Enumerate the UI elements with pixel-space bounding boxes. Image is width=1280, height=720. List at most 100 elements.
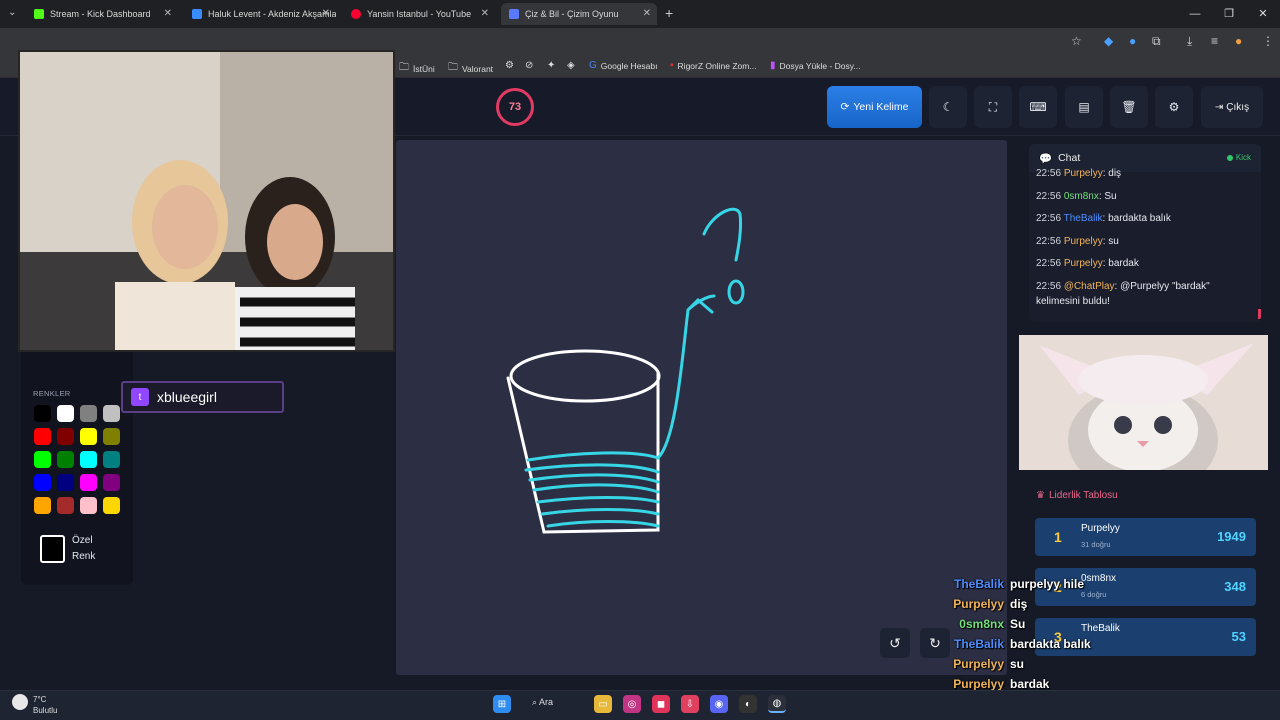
color-swatch[interactable] xyxy=(34,405,51,422)
undo-icon: ↺ xyxy=(889,634,901,651)
windows-start-icon[interactable]: ⊞ xyxy=(493,695,511,713)
color-swatch[interactable] xyxy=(103,428,120,445)
close-icon[interactable]: ✕ xyxy=(164,8,172,19)
settings-button[interactable]: ⚙ xyxy=(1155,86,1193,128)
chat-user: Purpelyy xyxy=(1063,235,1103,247)
color-swatch[interactable] xyxy=(57,474,74,491)
minimize-icon[interactable]: — xyxy=(1178,0,1212,28)
color-swatch[interactable] xyxy=(34,451,51,468)
new-word-button[interactable]: ⟳ Yeni Kelime xyxy=(827,86,922,128)
color-swatch[interactable] xyxy=(103,451,120,468)
chat-message: 22:56 Purpelyy: bardak xyxy=(1036,256,1248,271)
webcam-overlay xyxy=(18,50,395,352)
trash-button[interactable]: 🗑 xyxy=(1110,86,1148,128)
overlay-user: Purpelyy xyxy=(953,657,1004,671)
bookmark-item[interactable]: ▪ RigorZ Online Zom... xyxy=(670,60,756,71)
bookmark-item[interactable]: ⊘ xyxy=(525,60,533,71)
taskbar-search[interactable]: ⌕ Ara xyxy=(532,697,553,708)
chat-text: : bardak xyxy=(1102,258,1139,269)
chat-text: : bardakta balık xyxy=(1102,213,1171,224)
score: 53 xyxy=(1231,629,1246,644)
puzzle-icon[interactable]: ⧉ xyxy=(1152,34,1161,49)
color-swatch[interactable] xyxy=(103,474,120,491)
new-tab-icon[interactable]: + xyxy=(665,5,673,21)
overlay-message: purpelyy hile xyxy=(1010,577,1085,591)
bookmark-item[interactable]: ⚙ xyxy=(505,60,514,71)
bookmark-item[interactable]: ◈ xyxy=(567,60,575,71)
cat-image xyxy=(1019,335,1268,470)
chrome-icon[interactable]: ◍ xyxy=(768,695,786,713)
streamer-name-tag: t xblueegirl xyxy=(121,381,284,413)
custom-color-label[interactable]: Özel Renk xyxy=(72,533,95,565)
color-swatch[interactable] xyxy=(103,497,120,514)
color-swatch[interactable] xyxy=(57,497,74,514)
menu-icon[interactable]: ⋮ xyxy=(1262,34,1274,48)
browser-tab-kick[interactable]: Stream - Kick Dashboard ✕ xyxy=(26,3,178,25)
color-swatch[interactable] xyxy=(34,428,51,445)
close-icon[interactable]: ✕ xyxy=(322,8,330,19)
new-word-label: Yeni Kelime xyxy=(853,101,909,113)
archive-icon: ▤ xyxy=(1078,100,1090,114)
close-window-icon[interactable]: ✕ xyxy=(1246,0,1280,28)
chat-message: 22:56 Purpelyy: su xyxy=(1036,234,1248,249)
app-icon[interactable]: ⇩ xyxy=(681,695,699,713)
drawing-canvas[interactable] xyxy=(396,140,1007,675)
star-icon[interactable]: ☆ xyxy=(1071,34,1082,48)
extension-icon[interactable]: ● xyxy=(1129,34,1136,48)
download-icon[interactable]: ⤓ xyxy=(1187,34,1192,49)
chat-message: 22:56 @ChatPlay: @Purpelyy "bardak" xyxy=(1036,279,1248,294)
close-icon[interactable]: ✕ xyxy=(643,8,651,19)
maximize-icon[interactable]: ❐ xyxy=(1212,0,1246,28)
color-swatch[interactable] xyxy=(80,428,97,445)
browser-tab-youtube[interactable]: Yansin Istanbul - YouTube ✕ xyxy=(343,3,495,25)
overlay-user: TheBalik xyxy=(953,577,1004,591)
logout-button[interactable]: ⇥ Çıkış xyxy=(1201,86,1263,128)
obs-icon[interactable]: ◐ xyxy=(739,695,757,713)
overlay-user: TheBalik xyxy=(953,637,1004,651)
discord-icon[interactable]: ◉ xyxy=(710,695,728,713)
gear-icon: ⚙ xyxy=(1168,100,1180,114)
keyboard-button[interactable]: ⌨ xyxy=(1019,86,1057,128)
tab-list-icon[interactable]: ≡ xyxy=(1211,34,1218,48)
color-swatch[interactable] xyxy=(57,405,74,422)
instagram-icon[interactable]: ◎ xyxy=(623,695,641,713)
color-swatch[interactable] xyxy=(80,451,97,468)
file-explorer-icon[interactable]: ▭ xyxy=(594,695,612,713)
bookmark-item[interactable]: ▮ Dosya Yükle - Dosy... xyxy=(770,60,860,71)
color-swatch[interactable] xyxy=(57,428,74,445)
custom-color-button[interactable] xyxy=(40,535,65,563)
question-mark xyxy=(702,207,742,262)
color-swatch[interactable] xyxy=(57,451,74,468)
player-name: TheBalik xyxy=(1081,623,1120,634)
fullscreen-button[interactable]: ⛶ xyxy=(974,86,1012,128)
bookmark-item[interactable]: G Google Hesabı xyxy=(589,60,657,71)
browser-tab-music[interactable]: Haluk Levent - Akdeniz Akşamla ✕ xyxy=(184,3,336,25)
color-swatch[interactable] xyxy=(103,405,120,422)
color-swatch[interactable] xyxy=(34,474,51,491)
bookmark-item[interactable]: 🗀 Valorant xyxy=(448,60,493,77)
score: 348 xyxy=(1224,579,1246,594)
weather-widget[interactable]: 7°C Bulutlu xyxy=(33,694,57,716)
color-swatch[interactable] xyxy=(34,497,51,514)
weather-icon[interactable] xyxy=(12,694,28,710)
bookmark-item[interactable]: 🗀 İstÜni xyxy=(399,60,435,77)
overlay-message: su xyxy=(1010,657,1025,671)
bookmark-item[interactable]: ✦ xyxy=(547,60,555,71)
player-name: 0sm8nx xyxy=(1081,573,1117,584)
extension-icon[interactable]: ◆ xyxy=(1104,34,1113,48)
tab-title: Yansin Istanbul - YouTube xyxy=(367,9,472,19)
avatar[interactable]: ● xyxy=(1235,34,1242,48)
overlay-message: Su xyxy=(1010,617,1026,631)
close-icon[interactable]: ✕ xyxy=(481,8,489,19)
color-swatch[interactable] xyxy=(80,474,97,491)
correct-count: 31 doğru xyxy=(1081,540,1111,549)
archive-button[interactable]: ▤ xyxy=(1065,86,1103,128)
scrollbar[interactable] xyxy=(1258,309,1261,319)
browser-tab-game[interactable]: Çiz & Bil - Çizim Oyunu ✕ xyxy=(501,3,657,25)
color-swatch[interactable] xyxy=(80,497,97,514)
tab-search-icon[interactable]: ⌄ xyxy=(8,7,16,18)
color-swatch[interactable] xyxy=(80,405,97,422)
app-icon[interactable]: ◼ xyxy=(652,695,670,713)
dark-mode-button[interactable]: ☾ xyxy=(929,86,967,128)
logout-icon: ⇥ xyxy=(1214,101,1224,113)
